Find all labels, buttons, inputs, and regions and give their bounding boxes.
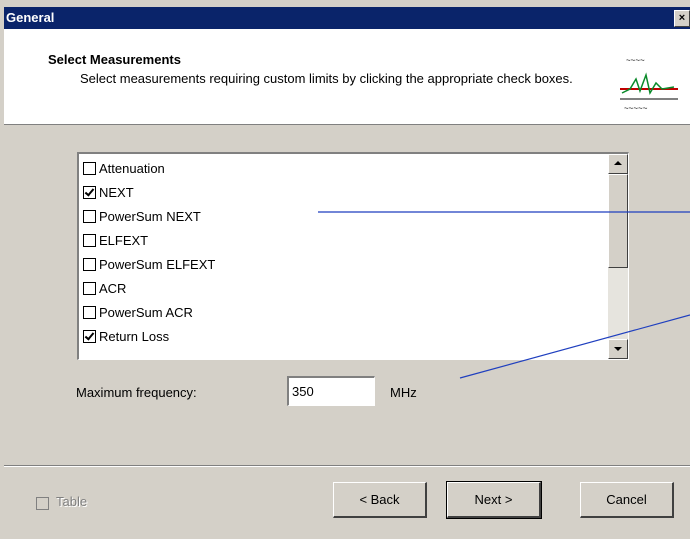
scroll-down-button[interactable] [608, 339, 628, 359]
scroll-thumb[interactable] [608, 174, 628, 268]
wizard-dialog: General × Select Measurements Select mea… [0, 0, 690, 539]
measurement-checkbox[interactable] [83, 161, 96, 175]
table-checkbox[interactable] [36, 497, 49, 510]
measurement-checkbox[interactable] [83, 281, 96, 295]
measurement-label: Attenuation [99, 160, 165, 176]
window-title: General [6, 10, 55, 25]
close-button[interactable]: × [674, 10, 690, 27]
next-button[interactable]: Next > [446, 481, 542, 519]
svg-text:~~~~: ~~~~ [626, 56, 645, 65]
arrow-down-icon [614, 347, 622, 351]
measurement-item[interactable]: ACR [83, 278, 126, 298]
max-frequency-label: Maximum frequency: [76, 385, 197, 400]
page-subtitle: Select measurements requiring custom lim… [80, 71, 573, 86]
max-frequency-input[interactable] [287, 376, 375, 406]
measurement-checkbox[interactable] [83, 233, 96, 247]
measurement-item[interactable]: NEXT [83, 182, 134, 202]
measurement-checkbox[interactable] [83, 305, 96, 319]
measurement-checkbox[interactable] [83, 185, 96, 199]
measurement-label: NEXT [99, 184, 134, 200]
footer-divider [4, 465, 690, 467]
measurement-label: ELFEXT [99, 232, 149, 248]
measurement-item[interactable]: PowerSum ELFEXT [83, 254, 215, 274]
measurement-item[interactable]: ELFEXT [83, 230, 148, 250]
title-bar: General × [4, 7, 690, 29]
measurement-item[interactable]: Return Loss [83, 326, 169, 346]
table-checkbox-label: Table [56, 494, 88, 509]
measurement-label: PowerSum ACR [99, 304, 193, 320]
measurement-item[interactable]: Attenuation [83, 158, 165, 178]
cancel-button[interactable]: Cancel [580, 482, 674, 518]
measurement-checkbox[interactable] [83, 257, 96, 271]
measurement-graph-icon: ~~~~ ~~~~~ [618, 49, 690, 114]
measurement-label: PowerSum NEXT [99, 208, 201, 224]
measurement-label: Return Loss [99, 328, 170, 344]
measurement-item[interactable]: PowerSum NEXT [83, 206, 201, 226]
measurement-label: ACR [99, 280, 127, 296]
wizard-header: Select Measurements Select measurements … [4, 29, 690, 125]
list-scrollbar[interactable] [608, 154, 628, 359]
scroll-up-button[interactable] [608, 154, 628, 174]
measurement-checkbox[interactable] [83, 209, 96, 223]
measurement-label: PowerSum ELFEXT [99, 256, 216, 272]
svg-text:~~~~~: ~~~~~ [624, 104, 648, 113]
back-button[interactable]: < Back [333, 482, 427, 518]
measurement-item[interactable]: PowerSum ACR [83, 302, 193, 322]
arrow-up-icon [614, 161, 622, 165]
frequency-unit: MHz [390, 385, 417, 400]
measurement-checkbox[interactable] [83, 329, 96, 343]
measurement-list[interactable]: Attenuation NEXT PowerSum NEXT ELFEXT PowerS… [77, 152, 629, 360]
page-title: Select Measurements [48, 52, 181, 67]
